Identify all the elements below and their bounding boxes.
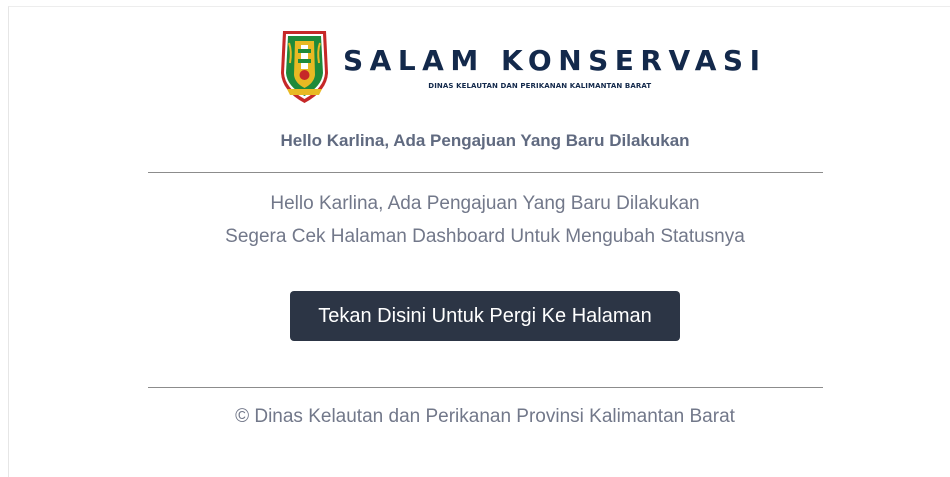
message-line-1: Hello Karlina, Ada Pengajuan Yang Baru D… [270, 193, 700, 214]
kalimantan-barat-emblem-icon [281, 31, 328, 103]
message-line-2: Segera Cek Halaman Dashboard Untuk Mengu… [225, 226, 745, 247]
brand-title: SALAM KONSERVASI [343, 44, 767, 77]
brand-text: SALAM KONSERVASI DINAS KELAUTAN DAN PERI… [343, 44, 767, 91]
divider-top [148, 172, 823, 173]
go-to-page-button[interactable]: Tekan Disini Untuk Pergi Ke Halaman [290, 291, 680, 341]
divider-bottom [148, 387, 823, 388]
brand-subtitle: DINAS KELAUTAN DAN PERIKANAN KALIMANTAN … [428, 82, 652, 90]
brand-header: SALAM KONSERVASI DINAS KELAUTAN DAN PERI… [277, 29, 767, 105]
email-heading: Hello Karlina, Ada Pengajuan Yang Baru D… [280, 131, 690, 150]
footer-copyright: © Dinas Kelautan dan Perikanan Provinsi … [235, 406, 735, 427]
